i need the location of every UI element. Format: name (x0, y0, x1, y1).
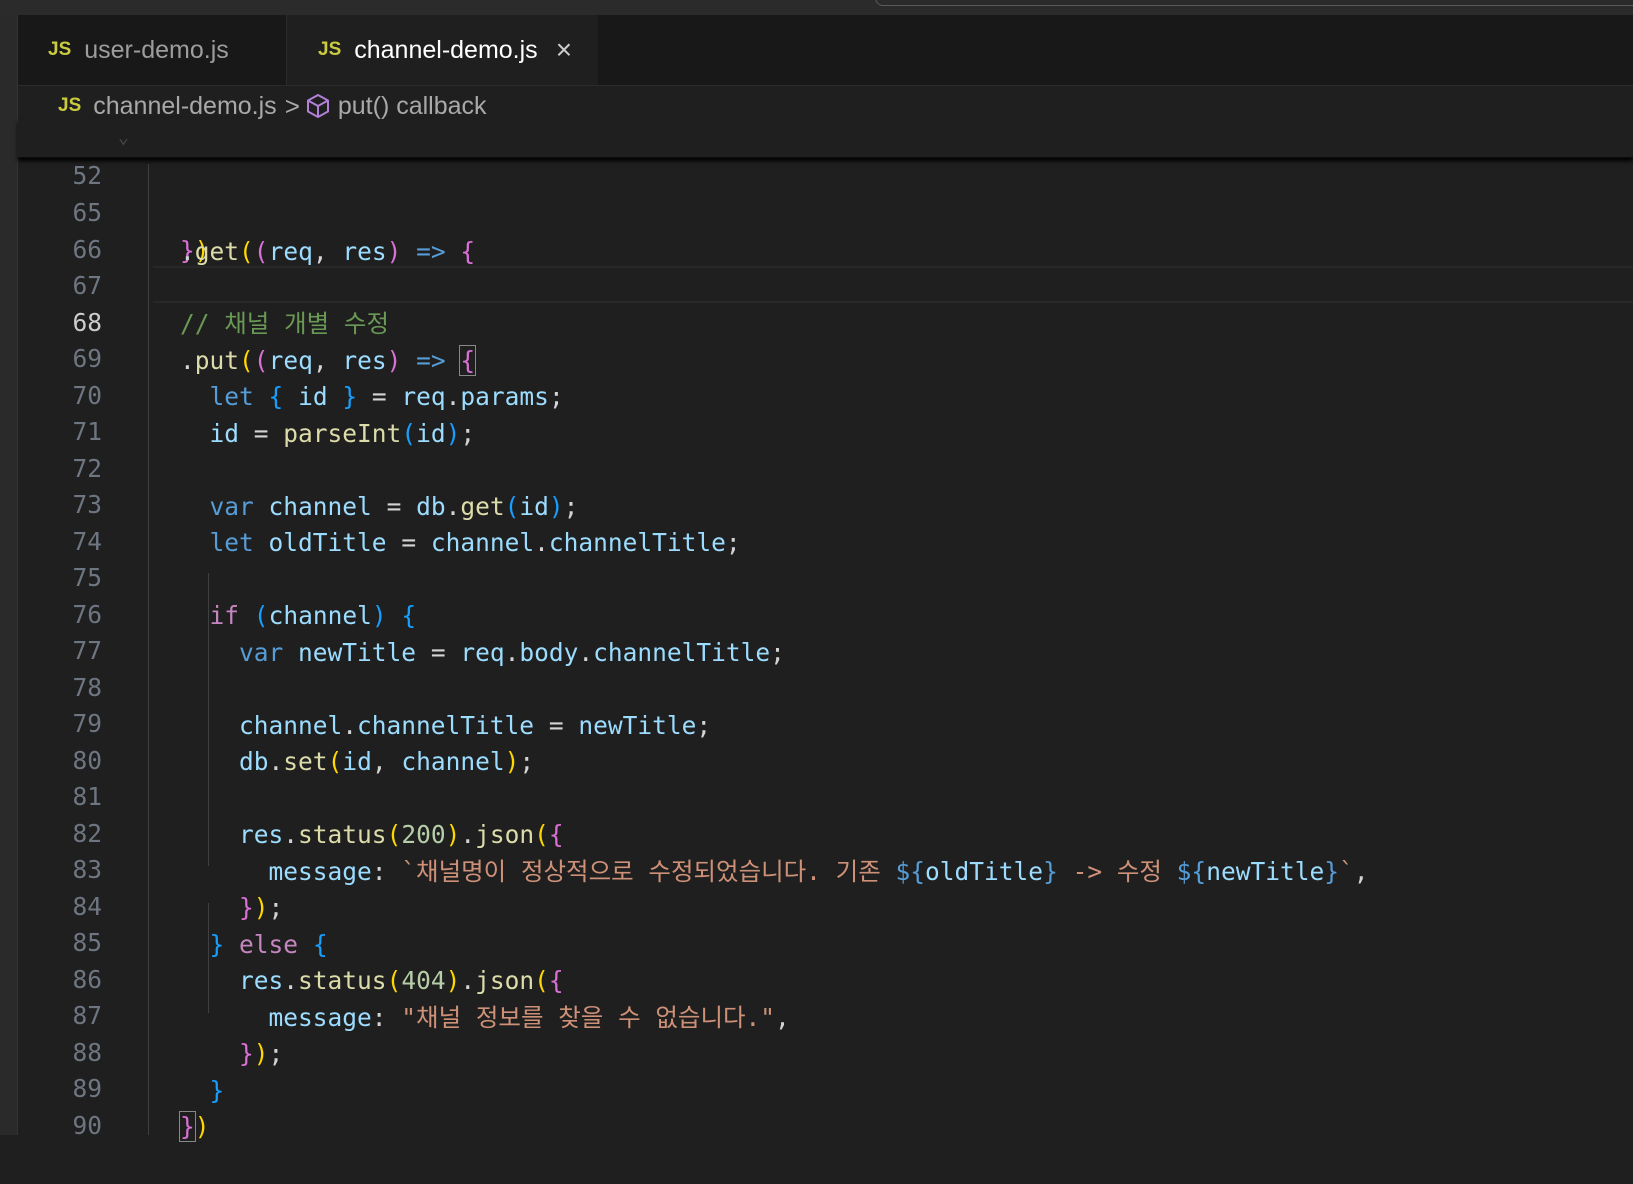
tab-channel-demo[interactable]: JS channel-demo.js × (287, 15, 598, 85)
code-line[interactable]: 81 res.status(200).json({ (18, 740, 1633, 849)
code-line[interactable]: 88 } (18, 996, 1633, 1105)
code-line[interactable]: 69 let { id } = req.params; (18, 302, 1633, 411)
tab-label: channel-demo.js (354, 35, 538, 64)
code-line[interactable]: 76 var newTitle = req.body.channelTitle; (18, 558, 1633, 667)
code-line[interactable]: 84 } else { (18, 850, 1633, 959)
tab-user-demo[interactable]: JS user-demo.js (18, 15, 287, 85)
code-line[interactable]: 90 (18, 1069, 1633, 1140)
code-line[interactable]: 71 (18, 375, 1633, 446)
command-center-frame[interactable] (875, 0, 1633, 6)
javascript-file-icon: JS (48, 39, 72, 60)
code-line[interactable]: 82 message: `채널명이 정상적으로 수정되었습니다. 기존 ${ol… (18, 777, 1633, 886)
code-line[interactable]: 83 }); (18, 813, 1633, 922)
code-text: .get((req, res) => { (180, 237, 476, 266)
line-number: 52 (72, 161, 102, 190)
close-icon[interactable]: × (556, 34, 572, 66)
code-line[interactable]: 77 (18, 594, 1633, 665)
code-line[interactable]: 73 let oldTitle = channel.channelTitle; (18, 448, 1633, 557)
chevron-right-icon: > (284, 90, 300, 121)
activity-bar-edge (0, 15, 18, 1135)
code-line[interactable]: 78 channel.channelTitle = newTitle; (18, 631, 1633, 740)
breadcrumb-file[interactable]: channel-demo.js (93, 92, 276, 121)
javascript-file-icon: JS (58, 95, 82, 116)
code-line[interactable]: 72 var channel = db.get(id); (18, 412, 1633, 521)
code-line[interactable]: 65 }) (18, 156, 1633, 265)
code-line[interactable]: 70 id = parseInt(id); (18, 339, 1633, 448)
code-line[interactable]: 87 }); (18, 959, 1633, 1068)
code-line[interactable]: 80 (18, 704, 1633, 775)
code-editor[interactable]: 52 ⌄ .get((req, res) => { 65 }) 66 67 //… (18, 119, 1633, 1142)
code-line[interactable]: 89 }) (18, 1032, 1633, 1142)
tab-label: user-demo.js (84, 35, 229, 64)
breadcrumb-symbol[interactable]: put() callback (338, 92, 487, 121)
cube-icon (306, 93, 330, 119)
editor-tab-bar: JS user-demo.js JS channel-demo.js × (18, 15, 1633, 86)
chevron-down-icon[interactable]: ⌄ (118, 119, 129, 157)
code-text: }) (179, 1111, 210, 1142)
code-line[interactable]: 85 res.status(404).json({ (18, 886, 1633, 995)
code-line[interactable]: 68 .put((req, res) => { (18, 266, 1633, 376)
sticky-scroll-line[interactable]: 52 ⌄ .get((req, res) => { (18, 119, 1633, 266)
javascript-file-icon: JS (318, 39, 342, 60)
code-line[interactable]: 79 db.set(id, channel); (18, 667, 1633, 776)
line-number: 90 (72, 1111, 102, 1140)
code-line[interactable]: 74 (18, 485, 1633, 556)
code-line[interactable]: 66 (18, 193, 1633, 264)
code-line[interactable]: 86 message: "채널 정보를 찾을 수 없습니다.", (18, 923, 1633, 1032)
code-line[interactable]: 75 if (channel) { (18, 521, 1633, 630)
